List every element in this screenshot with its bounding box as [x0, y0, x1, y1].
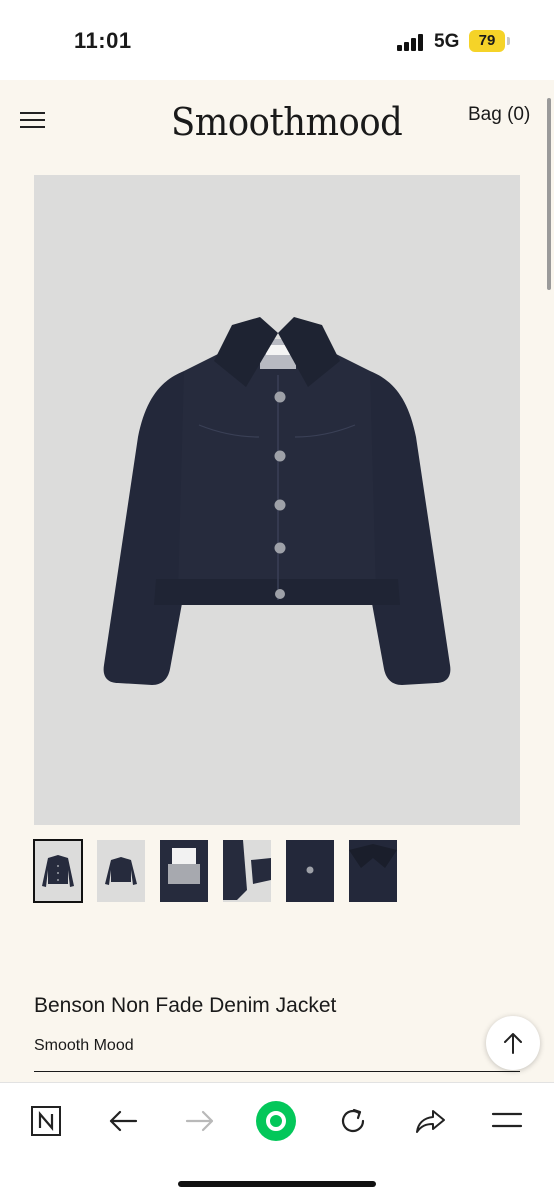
battery-tip [507, 37, 510, 45]
thumbnail-button-detail[interactable] [286, 840, 334, 902]
bag-link[interactable]: Bag (0) [468, 104, 530, 126]
menu-icon[interactable] [485, 1099, 529, 1143]
thumbnail-strip [33, 839, 520, 903]
thumbnail-collar-label-detail[interactable] [160, 840, 208, 902]
battery-icon: 79 [469, 30, 505, 52]
product-page[interactable]: Smoothmood Bag (0) Benson Non Fade Denim… [0, 80, 554, 1082]
divider [34, 1071, 520, 1072]
network-type: 5G [434, 31, 460, 52]
status-bar: 11:01 5G 79 [0, 0, 554, 80]
thumbnail-jacket-front[interactable] [33, 839, 83, 903]
thumbnail-sleeve-detail[interactable] [223, 840, 271, 902]
back-arrow-icon[interactable] [101, 1099, 145, 1143]
brand-logo[interactable]: Smoothmood [171, 92, 403, 152]
thumbnail-collar-detail[interactable] [349, 840, 397, 902]
signal-icon [397, 33, 427, 51]
denim-jacket-illustration [103, 317, 451, 685]
forward-arrow-icon[interactable] [178, 1099, 222, 1143]
arrow-up-icon [504, 1033, 522, 1054]
home-indicator [178, 1181, 376, 1187]
naver-logo-icon[interactable] [24, 1099, 68, 1143]
hamburger-menu-icon[interactable] [20, 109, 46, 131]
brand-name[interactable]: Smooth Mood [34, 1037, 134, 1055]
refresh-icon[interactable] [331, 1099, 375, 1143]
share-icon[interactable] [408, 1099, 452, 1143]
scroll-to-top-button[interactable] [486, 1016, 540, 1070]
status-time: 11:01 [74, 28, 132, 53]
product-title: Benson Non Fade Denim Jacket [34, 994, 337, 1017]
thumbnail-jacket-back[interactable] [97, 840, 145, 902]
scrollbar [547, 98, 551, 290]
green-home-icon[interactable] [254, 1099, 298, 1143]
product-main-image[interactable] [34, 175, 520, 825]
browser-toolbar [0, 1082, 554, 1200]
